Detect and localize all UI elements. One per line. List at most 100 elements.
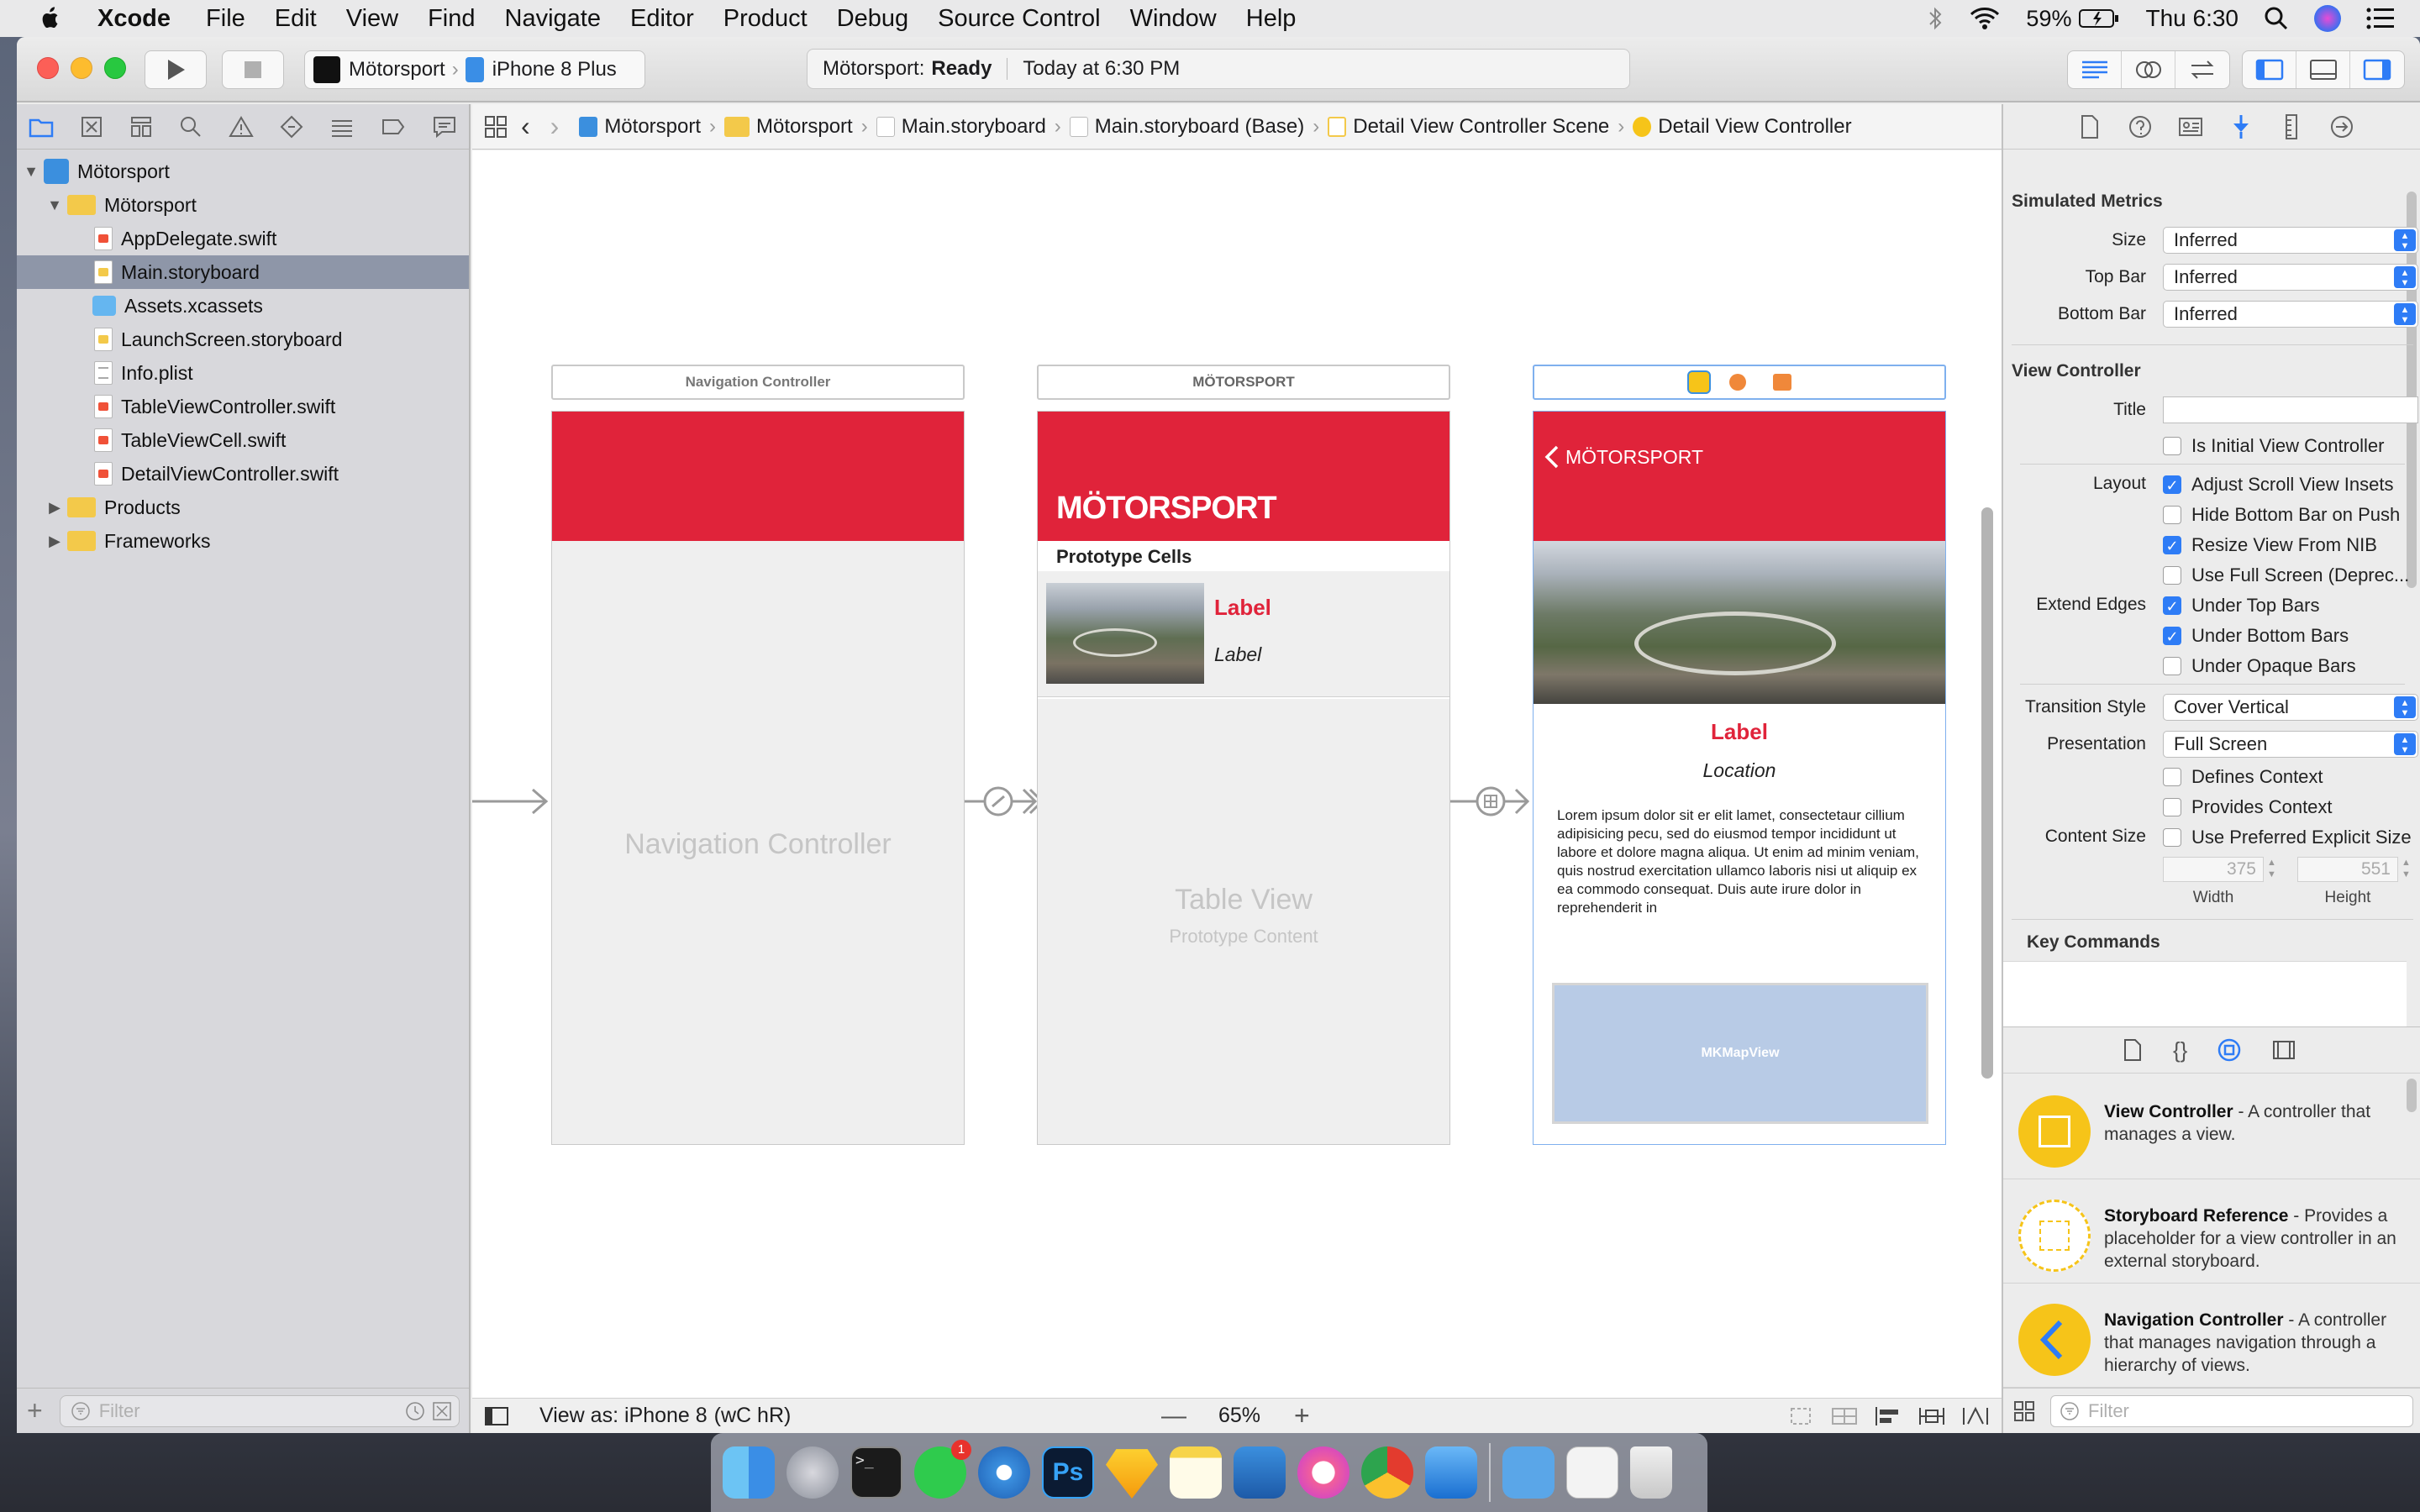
add-icon[interactable]: +: [27, 1395, 43, 1426]
tree-item-file[interactable]: DetailViewController.swift: [17, 457, 469, 491]
size-inspector-tab[interactable]: [2279, 113, 2304, 140]
canvas-vertical-scrollbar[interactable]: [1981, 507, 1993, 1079]
menu-help[interactable]: Help: [1246, 5, 1297, 33]
checkbox-checked[interactable]: ✓: [2163, 536, 2181, 554]
standard-editor-button[interactable]: [2068, 51, 2122, 88]
toggle-inspector-button[interactable]: [2350, 51, 2404, 88]
related-items-icon[interactable]: [484, 115, 508, 139]
tree-item-file[interactable]: TableViewCell.swift: [17, 423, 469, 457]
initial-view-controller-checkbox[interactable]: Is Initial View Controller: [2163, 435, 2384, 457]
menu-source-control[interactable]: Source Control: [938, 5, 1100, 33]
assistant-editor-button[interactable]: [2122, 51, 2175, 88]
grid-view-icon[interactable]: [2013, 1400, 2035, 1422]
document-outline-icon[interactable]: [484, 1405, 509, 1427]
zoom-in-button[interactable]: +: [1294, 1400, 1310, 1431]
find-navigator-tab[interactable]: [179, 113, 203, 140]
bottom-bar-popup[interactable]: Inferred ▲ ▼: [2163, 301, 2418, 328]
minimize-window-button[interactable]: [71, 57, 92, 79]
navigator-filter-input[interactable]: Filter: [59, 1394, 460, 1427]
breadcrumb-localization[interactable]: Main.storyboard (Base): [1069, 115, 1304, 139]
resize-from-nib-checkbox[interactable]: ✓ Resize View From NIB: [2163, 534, 2377, 556]
width-field[interactable]: 375: [2163, 857, 2264, 882]
show-segue-icon[interactable]: [1450, 780, 1534, 822]
back-arrow-icon[interactable]: ‹: [521, 111, 530, 142]
provides-context-checkbox[interactable]: Provides Context: [2163, 796, 2333, 818]
relationship-segue-icon[interactable]: [965, 780, 1042, 822]
width-stepper-icon[interactable]: ▲ ▼: [2267, 857, 2276, 880]
top-bar-popup[interactable]: Inferred ▲ ▼: [2163, 264, 2418, 291]
embed-in-stack-icon[interactable]: [1830, 1405, 1859, 1427]
checkbox-checked[interactable]: ✓: [2163, 596, 2181, 615]
title-input[interactable]: [2163, 396, 2418, 423]
stop-button[interactable]: [222, 50, 284, 89]
tree-item-file[interactable]: AppDelegate.swift: [17, 222, 469, 255]
debug-navigator-tab[interactable]: [329, 113, 355, 140]
photoshop-icon[interactable]: Ps: [1042, 1446, 1094, 1499]
finder-icon[interactable]: [723, 1446, 775, 1499]
whatsapp-icon[interactable]: 1: [914, 1440, 971, 1499]
safari-icon[interactable]: [978, 1446, 1030, 1499]
disclosure-closed-icon[interactable]: ▶: [47, 499, 62, 517]
menubar-clock[interactable]: Thu 6:30: [2145, 5, 2238, 32]
transition-style-popup[interactable]: Cover Vertical ▲ ▼: [2163, 694, 2418, 721]
prototype-cell[interactable]: Label Label: [1038, 571, 1449, 697]
xcode-icon[interactable]: [1425, 1446, 1477, 1499]
media-library-icon[interactable]: [2271, 1039, 2296, 1061]
app-menu[interactable]: Xcode: [97, 5, 171, 33]
issue-navigator-tab[interactable]: [229, 113, 254, 140]
library-item-storyboard-reference[interactable]: Storyboard Reference - Provides a placeh…: [2003, 1179, 2420, 1284]
menu-edit[interactable]: Edit: [275, 5, 317, 33]
disclosure-closed-icon[interactable]: ▶: [47, 533, 62, 550]
trash-icon[interactable]: [1630, 1446, 1672, 1499]
checkbox[interactable]: [2163, 566, 2181, 585]
defines-context-checkbox[interactable]: Defines Context: [2163, 766, 2323, 788]
checkbox[interactable]: [2163, 768, 2181, 786]
siri-icon[interactable]: [2314, 5, 2341, 32]
tree-item-project[interactable]: ▼ Mötorsport: [17, 155, 469, 188]
menu-window[interactable]: Window: [1130, 5, 1217, 33]
scene-dock-navigation-controller[interactable]: Navigation Controller: [551, 365, 965, 400]
keynote-icon[interactable]: [1234, 1446, 1286, 1499]
recent-files-icon[interactable]: [405, 1401, 425, 1421]
quick-help-tab[interactable]: [2128, 113, 2153, 140]
scene-dock-table-view-controller[interactable]: MÖTORSPORT: [1037, 365, 1450, 400]
disclosure-open-icon[interactable]: ▼: [24, 163, 39, 181]
view-as-device-button[interactable]: View as: iPhone 8: [539, 1404, 708, 1428]
sketch-icon[interactable]: [1106, 1449, 1158, 1499]
scheme-selector[interactable]: Mötorsport › iPhone 8 Plus: [304, 50, 645, 89]
library-item-navigation-controller[interactable]: Navigation Controller - A controller tha…: [2003, 1284, 2420, 1388]
library-filter-input[interactable]: Filter: [2050, 1394, 2413, 1427]
launchpad-icon[interactable]: [786, 1446, 839, 1499]
menu-file[interactable]: File: [206, 5, 245, 33]
preferred-size-checkbox[interactable]: Use Preferred Explicit Size: [2163, 827, 2412, 848]
toggle-navigator-button[interactable]: [2243, 51, 2296, 88]
spotlight-icon[interactable]: [2264, 6, 2289, 31]
checkbox[interactable]: [2163, 506, 2181, 524]
breadcrumb-view-controller[interactable]: Detail View Controller: [1633, 115, 1852, 139]
checkbox-checked[interactable]: ✓: [2163, 475, 2181, 494]
tree-item-file[interactable]: TableViewController.swift: [17, 390, 469, 423]
breakpoint-navigator-tab[interactable]: [381, 113, 406, 140]
notes-icon[interactable]: [1170, 1446, 1222, 1499]
downloads-folder-icon[interactable]: [1502, 1446, 1555, 1499]
checkbox[interactable]: [2163, 798, 2181, 816]
update-frames-icon[interactable]: [1786, 1405, 1815, 1427]
under-opaque-bars-checkbox[interactable]: Under Opaque Bars: [2163, 655, 2356, 677]
object-library-icon[interactable]: [2217, 1038, 2241, 1062]
apple-menu-icon[interactable]: [34, 4, 67, 33]
connections-inspector-tab[interactable]: [2329, 113, 2354, 140]
view-controller-dock-icon[interactable]: [1687, 370, 1711, 394]
checkbox[interactable]: [2163, 437, 2181, 455]
key-commands-table[interactable]: [2003, 961, 2407, 1026]
use-full-screen-checkbox[interactable]: Use Full Screen (Deprec...: [2163, 564, 2409, 586]
battery-icon[interactable]: [2078, 8, 2120, 29]
code-snippet-icon[interactable]: {}: [2173, 1037, 2187, 1063]
source-control-navigator-tab[interactable]: [80, 113, 103, 140]
version-editor-button[interactable]: [2175, 51, 2229, 88]
adjust-scroll-insets-checkbox[interactable]: ✓ Adjust Scroll View Insets: [2163, 474, 2393, 496]
exit-dock-icon[interactable]: [1773, 374, 1791, 391]
terminal-icon[interactable]: >_: [850, 1446, 902, 1499]
checkbox[interactable]: [2163, 828, 2181, 847]
menu-editor[interactable]: Editor: [630, 5, 694, 33]
zoom-level[interactable]: 65%: [1218, 1404, 1260, 1428]
